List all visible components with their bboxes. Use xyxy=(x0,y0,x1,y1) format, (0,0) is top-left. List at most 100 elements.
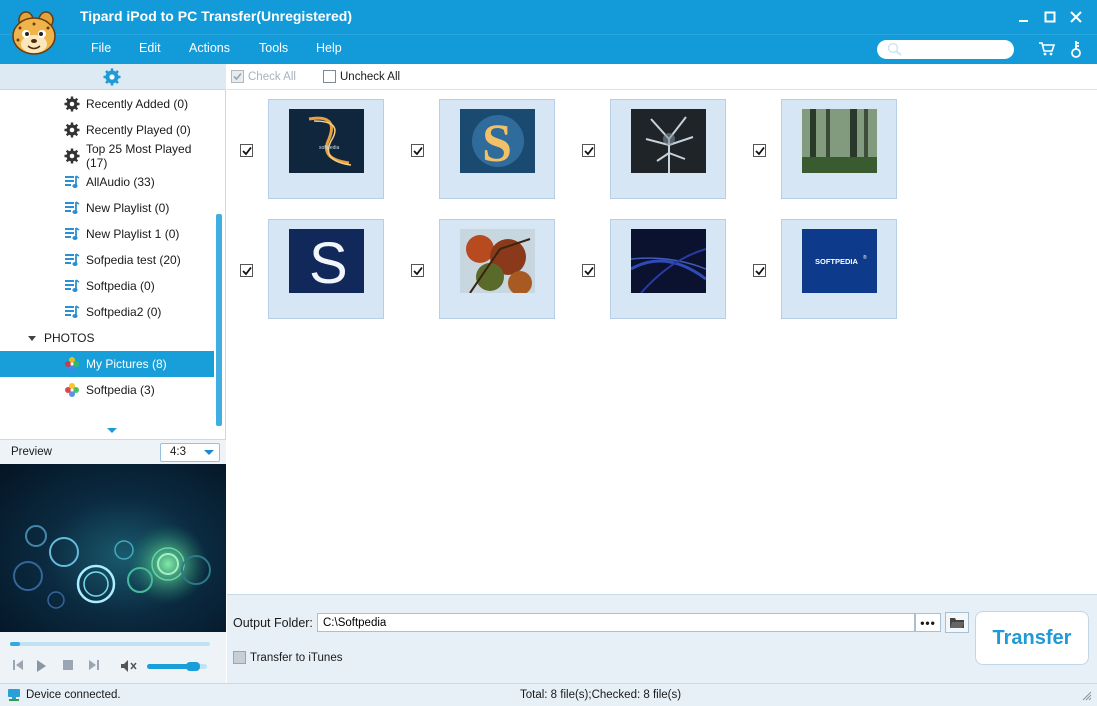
chevron-down-icon xyxy=(204,450,214,455)
uncheck-all-checkbox[interactable] xyxy=(323,70,336,83)
minimize-button[interactable] xyxy=(1012,6,1036,28)
tree-item-new-playlist[interactable]: New Playlist (0) xyxy=(0,195,214,221)
search-input[interactable] xyxy=(877,40,1014,59)
tree-item-label: New Playlist 1 (0) xyxy=(86,227,180,241)
tree-item-label: Softpedia2 (0) xyxy=(86,305,162,319)
photos-icon xyxy=(64,356,80,372)
photo-thumbnail: S xyxy=(460,109,535,173)
transfer-to-itunes-label: Transfer to iTunes xyxy=(250,651,343,664)
cart-icon[interactable] xyxy=(1038,41,1055,56)
playlist-icon xyxy=(64,200,80,216)
menu-bar: File Edit Actions Tools Help xyxy=(0,34,1097,64)
preview-image xyxy=(0,464,226,632)
tree-item-new-playlist-1[interactable]: New Playlist 1 (0) xyxy=(0,221,214,247)
maximize-button[interactable] xyxy=(1038,6,1062,28)
photo-checkbox[interactable] xyxy=(411,144,424,157)
check-all-label: Check All xyxy=(248,70,296,83)
next-icon[interactable] xyxy=(88,659,100,671)
uncheck-all-button[interactable]: Uncheck All xyxy=(323,70,400,83)
uncheck-all-label: Uncheck All xyxy=(340,70,401,83)
open-folder-button[interactable] xyxy=(945,612,969,633)
folder-icon xyxy=(950,618,964,628)
photo-checkbox[interactable] xyxy=(240,144,253,157)
checkmark-icon xyxy=(583,146,594,155)
photo-thumbnail xyxy=(631,109,706,173)
tree-item-label: Softpedia (3) xyxy=(86,383,155,397)
tree-item-recently-played[interactable]: Recently Played (0) xyxy=(0,117,214,143)
device-status-text: Device connected. xyxy=(26,689,121,701)
aspect-ratio-select[interactable]: 4:3 xyxy=(160,443,220,462)
photo-checkbox[interactable] xyxy=(582,264,595,277)
expand-arrow-icon xyxy=(28,335,36,341)
checkmark-icon xyxy=(241,266,252,275)
svg-text:softpedia: softpedia xyxy=(319,145,340,151)
photo-checkbox[interactable] xyxy=(582,144,595,157)
playlist-icon xyxy=(64,226,80,242)
output-folder-input[interactable] xyxy=(317,613,915,632)
stop-icon[interactable] xyxy=(62,659,74,671)
menu-actions[interactable]: Actions xyxy=(189,41,230,55)
tree-item-softpedia[interactable]: Softpedia (0) xyxy=(0,273,214,299)
tree-item-label: Sofpedia test (20) xyxy=(86,253,181,267)
check-all-checkbox[interactable] xyxy=(231,70,244,83)
photo-checkbox[interactable] xyxy=(753,144,766,157)
photo-frame: S xyxy=(439,99,555,199)
menu-help[interactable]: Help xyxy=(316,41,342,55)
photo-frame xyxy=(439,219,555,319)
tree-item-recently-added[interactable]: Recently Added (0) xyxy=(0,91,214,117)
play-icon[interactable] xyxy=(35,659,47,673)
previous-icon[interactable] xyxy=(12,659,24,671)
photo-grid: softpedia S S SOFTPEDIA ® xyxy=(227,91,1097,593)
volume-slider[interactable] xyxy=(147,662,207,671)
menu-file[interactable]: File xyxy=(91,41,111,55)
scroll-down-icon[interactable] xyxy=(107,428,117,433)
tree-item-allaudio[interactable]: AllAudio (33) xyxy=(0,169,214,195)
tree-item-softpedia-photos[interactable]: Softpedia (3) xyxy=(0,377,214,403)
transfer-button[interactable]: Transfer xyxy=(975,611,1089,665)
tree-item-softpedia2[interactable]: Softpedia2 (0) xyxy=(0,299,214,325)
output-folder-label: Output Folder: xyxy=(233,616,313,630)
tree-item-label: My Pictures (8) xyxy=(86,357,167,371)
minimize-icon xyxy=(1019,20,1028,22)
photo-thumbnail xyxy=(802,109,877,173)
volume-mute-icon[interactable] xyxy=(120,659,138,673)
transfer-to-itunes-checkbox[interactable] xyxy=(233,651,246,664)
tree-item-my-pictures[interactable]: My Pictures (8) xyxy=(0,351,214,377)
tree-item-sofpedia-test[interactable]: Sofpedia test (20) xyxy=(0,247,214,273)
menu-edit[interactable]: Edit xyxy=(139,41,161,55)
close-button[interactable] xyxy=(1064,6,1088,28)
menu-tools[interactable]: Tools xyxy=(259,41,288,55)
title-bar: Tipard iPod to PC Transfer(Unregistered) xyxy=(0,0,1097,34)
gear-icon xyxy=(64,96,80,112)
library-header xyxy=(0,64,226,90)
library-tree: Recently Added (0) Recently Played (0) T… xyxy=(0,91,215,431)
volume-thumb[interactable] xyxy=(186,662,200,671)
aspect-ratio-value: 4:3 xyxy=(170,446,186,458)
photo-checkbox[interactable] xyxy=(240,264,253,277)
transfer-to-itunes-option[interactable]: Transfer to iTunes xyxy=(233,651,342,664)
close-icon xyxy=(1070,11,1082,23)
photo-thumbnail: softpedia xyxy=(289,109,364,173)
tree-item-label: Top 25 Most Played (17) xyxy=(86,142,192,170)
gear-icon xyxy=(64,122,80,138)
check-all-button[interactable]: Check All xyxy=(231,70,296,83)
tree-item-label: Recently Played (0) xyxy=(86,123,191,137)
photo-thumbnail xyxy=(631,229,706,293)
status-bar: Device connected. Total: 8 file(s);Check… xyxy=(0,683,1097,706)
checkmark-icon xyxy=(412,146,423,155)
photo-checkbox[interactable] xyxy=(753,264,766,277)
resize-grip-icon[interactable] xyxy=(1082,691,1092,701)
tree-scrollbar[interactable] xyxy=(216,214,222,426)
tree-group-photos[interactable]: PHOTOS xyxy=(0,325,214,351)
photo-thumbnail: S xyxy=(289,229,364,293)
photo-frame: SOFTPEDIA ® xyxy=(781,219,897,319)
checkmark-icon xyxy=(412,266,423,275)
seek-slider[interactable] xyxy=(10,642,210,646)
photo-frame xyxy=(781,99,897,199)
browse-button[interactable]: ••• xyxy=(915,613,941,632)
tree-item-top-25[interactable]: Top 25 Most Played (17) xyxy=(0,142,214,170)
photo-checkbox[interactable] xyxy=(411,264,424,277)
key-icon[interactable] xyxy=(1070,40,1082,58)
search-icon xyxy=(887,42,902,56)
settings-gear-icon[interactable] xyxy=(103,68,121,86)
